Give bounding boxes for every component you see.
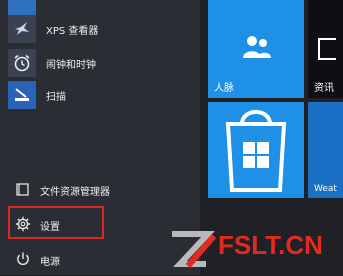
watermark-text: FSLT.CN [218,230,323,260]
alarm-clock-icon [8,49,36,77]
tile-people-label: 人脉 [214,83,234,94]
app-icon-partial [8,0,36,15]
tile-people[interactable]: 人脉 [208,0,304,98]
power-icon [14,250,32,268]
people-icon [242,34,272,64]
store-bag-icon [225,106,287,196]
scanner-icon [8,81,36,109]
tile-weather[interactable]: Weat [308,102,343,198]
watermark: FSLT.CN [168,226,343,272]
watermark-logo-icon [168,228,218,276]
news-icon [318,38,336,60]
folder-icon [14,180,32,198]
tile-store[interactable] [208,102,304,198]
tile-news[interactable]: 资讯 [308,0,343,98]
app-label: XPS 查看器 [46,25,99,37]
app-item-xps-viewer[interactable]: XPS 查看器 [0,14,200,44]
tile-weather-label: Weat [314,184,337,194]
file-explorer-button[interactable]: 文件资源管理器 [0,174,200,204]
settings-highlight-box [8,206,104,239]
app-item-alarms-clock[interactable]: 闹钟和时钟 [0,48,200,78]
app-label: 扫描 [46,91,66,103]
app-item-scan[interactable]: 扫描 [0,80,200,110]
power-label: 电源 [40,257,60,268]
file-explorer-label: 文件资源管理器 [40,187,110,198]
tile-news-label: 资讯 [314,83,334,94]
xps-viewer-icon [8,15,36,43]
app-label: 闹钟和时钟 [46,59,96,71]
